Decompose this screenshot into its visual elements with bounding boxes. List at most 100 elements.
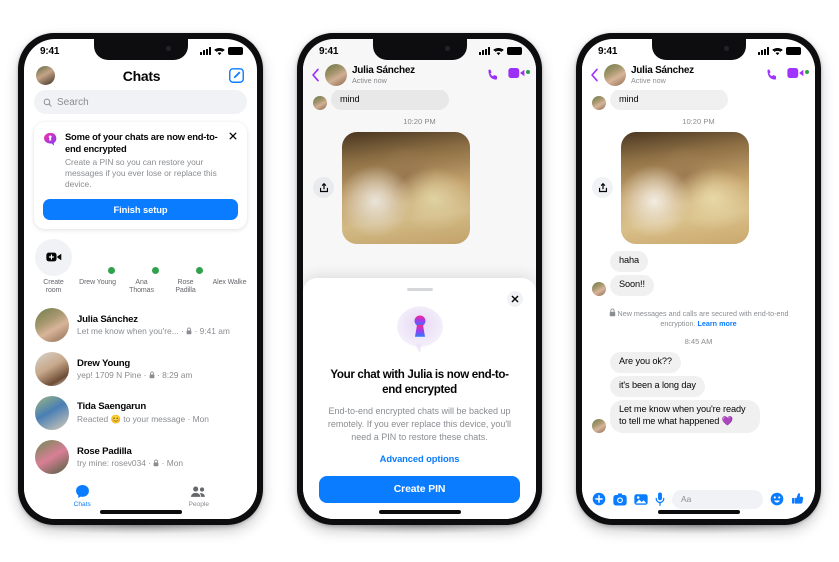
story-rose-padilla[interactable]: Rose Padilla <box>167 239 204 297</box>
profile-avatar[interactable] <box>36 66 55 85</box>
search-placeholder: Search <box>57 96 89 108</box>
message-bubble: Are you ok?? <box>610 351 681 373</box>
story-alex-walke[interactable]: Alex Walke <box>211 239 248 297</box>
status-time: 9:41 <box>40 45 60 57</box>
chat-row-rose-padilla[interactable]: Rose Padilla try mine: rosev034 · · Mon <box>24 435 257 479</box>
drag-handle[interactable] <box>406 288 433 292</box>
chat-preview: try mine: rosev034 · · Mon <box>77 458 184 469</box>
chat-meta: Rose Padilla try mine: rosev034 · · Mon <box>77 446 246 469</box>
chat-meta: Tida Saengarun Reacted 😊 to your message… <box>77 401 246 425</box>
emoji-icon[interactable] <box>770 492 784 506</box>
search-input[interactable]: Search <box>34 90 247 114</box>
tab-people[interactable]: People <box>141 484 258 508</box>
gallery-icon[interactable] <box>634 493 648 506</box>
camera-icon[interactable] <box>613 492 627 506</box>
input-placeholder: Aa <box>681 494 692 504</box>
conversation-identity: Julia Sánchez Active now <box>631 65 760 86</box>
encrypted-bubble-icon <box>44 132 57 146</box>
back-chevron-icon[interactable] <box>590 68 599 82</box>
close-icon[interactable] <box>228 131 238 141</box>
banner-body: Create a PIN so you can restore your mes… <box>65 157 217 190</box>
banner-text: Some of your chats are now end-to-end en… <box>65 131 238 191</box>
share-icon <box>598 183 607 193</box>
chat-row-drew-young[interactable]: Drew Young yep! 1709 N Pine · · 8:29 am <box>24 347 257 391</box>
sheet-title: Your chat with Julia is now end-to-end e… <box>330 368 509 397</box>
lock-icon <box>149 371 155 379</box>
microphone-icon[interactable] <box>655 492 665 506</box>
status-time: 9:41 <box>598 45 618 57</box>
contact-status: Active now <box>631 76 666 86</box>
cellular-bars-icon <box>200 47 211 55</box>
front-camera-icon <box>165 46 171 51</box>
story-drew-young[interactable]: Drew Young <box>79 239 116 297</box>
finish-setup-button[interactable]: Finish setup <box>43 198 238 220</box>
phone-conversation: 9:41 mind 10:20 PM haha Soon!! New messa… <box>576 33 821 534</box>
avatar <box>35 440 69 475</box>
lock-icon <box>153 459 159 467</box>
message-row: Soon!! <box>582 274 815 296</box>
lock-icon <box>609 308 615 317</box>
story-ring <box>211 239 248 276</box>
phone1-screen: 9:41 Chats Search Some of your chats are… <box>24 39 257 519</box>
compose-icon[interactable] <box>228 67 245 84</box>
tab-chats[interactable]: Chats <box>24 484 141 508</box>
banner-content: Some of your chats are now end-to-end en… <box>43 131 238 191</box>
phone2-screen: 9:41 mind 10:20 PM Julia Sánchez Active … <box>303 39 536 519</box>
battery-icon <box>228 47 243 55</box>
plus-icon[interactable] <box>592 492 606 506</box>
video-call-wrap[interactable] <box>787 66 809 84</box>
message-input[interactable]: Aa <box>672 489 763 509</box>
front-camera-icon <box>444 46 450 51</box>
story-ana-thomas[interactable]: Ana Thomas <box>123 239 160 297</box>
search-icon <box>43 98 52 107</box>
story-label: Create room <box>43 278 64 295</box>
chat-row-tida-saengarun[interactable]: Tida Saengarun Reacted 😊 to your message… <box>24 391 257 435</box>
video-call-icon <box>787 67 804 79</box>
story-ring <box>167 239 204 276</box>
message-row-partial: mind <box>582 89 815 110</box>
thumbs-up-icon[interactable] <box>791 492 805 506</box>
phone3-screen: 9:41 mind 10:20 PM haha Soon!! New messa… <box>582 39 815 519</box>
home-indicator <box>657 510 740 514</box>
story-label: Rose Padilla <box>175 278 196 295</box>
chat-row-julia-sanchez[interactable]: Julia Sánchez Let me know when you're...… <box>24 303 257 347</box>
chat-list: Julia Sánchez Let me know when you're...… <box>24 303 257 479</box>
stories-row[interactable]: Create room Drew Young Ana Thomas Rose P… <box>24 237 257 304</box>
conversation-header: Julia Sánchez Active now <box>582 63 815 90</box>
close-icon[interactable] <box>507 291 523 308</box>
encryption-setup-banner: Some of your chats are now end-to-end en… <box>34 122 247 229</box>
avatar <box>35 396 69 431</box>
page-title: Chats <box>122 67 161 84</box>
notch <box>372 39 467 60</box>
online-dot <box>805 70 809 74</box>
online-dot <box>107 265 116 275</box>
people-icon <box>141 484 258 499</box>
story-ring <box>123 239 160 276</box>
message-row: Let me know when you're ready to tell me… <box>582 399 815 433</box>
front-camera-icon <box>723 46 729 51</box>
create-pin-button[interactable]: Create PIN <box>319 476 520 503</box>
chat-name: Drew Young <box>77 357 131 369</box>
create-room-circle <box>35 238 72 276</box>
share-button[interactable] <box>592 177 613 199</box>
phone-call-icon[interactable] <box>765 68 779 82</box>
learn-more-link[interactable]: Learn more <box>698 319 737 328</box>
phone-chat-list: 9:41 Chats Search Some of your chats are… <box>18 33 263 534</box>
chat-name: Julia Sánchez <box>77 313 138 325</box>
message-thread: mind 10:20 PM haha Soon!! New messages a… <box>582 39 815 519</box>
thread-timestamp-mid: 8:45 AM <box>684 336 713 346</box>
battery-icon <box>786 47 801 55</box>
avatar <box>35 308 69 343</box>
online-dot <box>151 265 160 275</box>
wifi-icon <box>493 47 504 55</box>
avatar <box>592 95 606 110</box>
photo-message[interactable] <box>621 131 749 244</box>
lock-icon <box>186 327 192 335</box>
thread-timestamp-top: 10:20 PM <box>682 116 715 126</box>
chat-preview: yep! 1709 N Pine · · 8:29 am <box>77 370 193 381</box>
online-dot <box>195 265 204 275</box>
video-plus-icon <box>45 252 61 262</box>
advanced-options-link[interactable]: Advanced options <box>319 453 520 464</box>
avatar[interactable] <box>604 64 626 86</box>
story-create-room[interactable]: Create room <box>35 238 72 297</box>
